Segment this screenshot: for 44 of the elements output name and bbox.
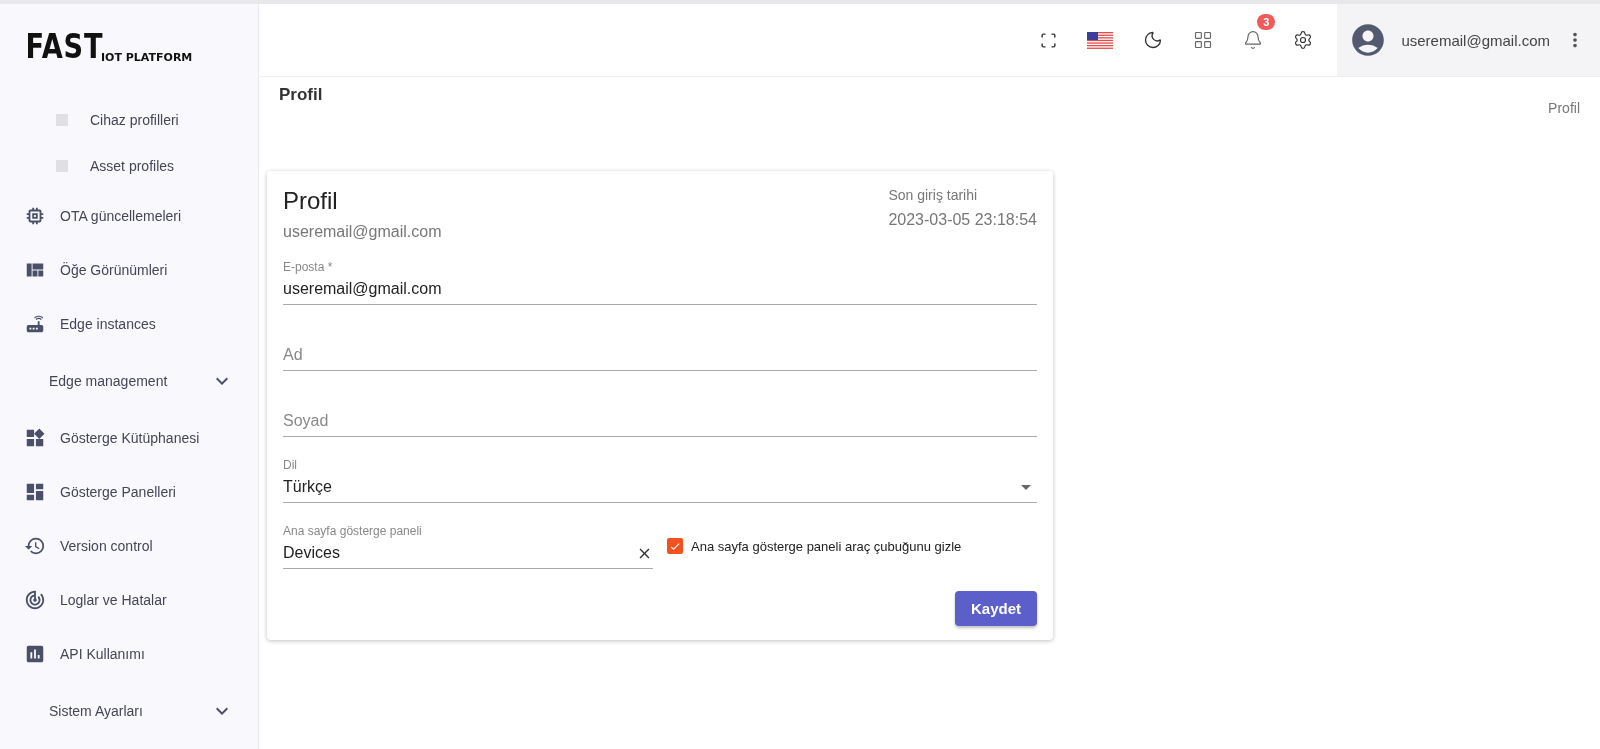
menu-icon — [24, 589, 46, 611]
user-email: useremail@gmail.com — [283, 223, 442, 241]
menu-icon — [24, 643, 46, 665]
logo: FASTIOT PLATFORM — [24, 25, 194, 68]
sidebar-item[interactable]: Version control — [0, 519, 258, 573]
menu-icon — [24, 535, 46, 557]
user-email[interactable]: useremail@gmail.com — [1401, 31, 1550, 49]
menu-icon — [24, 313, 46, 335]
menu-icon — [24, 481, 46, 503]
sidebar-section[interactable]: Sistem Ayarları — [0, 681, 258, 741]
grid-icon — [1193, 30, 1214, 50]
menu-icon — [24, 427, 46, 449]
bell-icon — [1243, 30, 1264, 50]
page-title: Profil — [279, 85, 323, 106]
card-title: Profil — [283, 187, 339, 215]
save-button[interactable]: Kaydet — [954, 591, 1037, 626]
sidebar-item[interactable]: Gösterge Panelleri — [0, 465, 258, 519]
profile-icon — [56, 160, 68, 172]
settings-icon — [1293, 30, 1314, 50]
hide-toolbar-checkbox[interactable]: Ana sayfa gösterge paneli araç çubuğunu gizle — [667, 538, 962, 554]
menu-icon — [24, 205, 46, 227]
sidebar-item[interactable]: API Kullanımı — [0, 627, 258, 681]
sidebar-item[interactable]: OTA güncellemeleri — [0, 189, 258, 243]
notification-badge: 3 — [1257, 14, 1276, 30]
last-login-time: 2023-03-05 23:18:54 — [888, 211, 1037, 229]
profile-icon — [56, 114, 68, 126]
language-select[interactable]: Dil Türkçe — [283, 457, 1037, 503]
sidebar-section[interactable]: Edge management — [0, 351, 258, 411]
moon-icon — [1143, 30, 1164, 50]
sidebar-item[interactable]: Loglar ve Hatalar — [0, 573, 258, 627]
breadcrumb[interactable]: Profil — [1548, 100, 1580, 116]
last-login-label: Son giriş tarihi — [888, 187, 979, 203]
sidebar-item[interactable]: Öğe Görünümleri — [0, 243, 258, 297]
sidebar-item[interactable]: Edge instances — [0, 297, 258, 351]
input-field[interactable]: Soyad — [283, 391, 1037, 437]
sidebar-item[interactable]: Asset profiles — [0, 143, 258, 189]
us-flag-icon — [1087, 31, 1114, 49]
sidebar-item[interactable]: Gösterge Kütüphanesi — [0, 411, 258, 465]
dashboard-field[interactable]: Ana sayfa gösterge paneli Devices — [283, 523, 653, 569]
sidebar-item[interactable]: Cihaz profilleri — [0, 97, 258, 143]
input-field[interactable]: Ad — [283, 325, 1037, 371]
email-field[interactable]: E-posta * useremail@gmail.com — [283, 259, 1037, 305]
dropdown-arrow-icon — [1021, 484, 1031, 490]
fullscreen-icon — [1040, 31, 1058, 49]
